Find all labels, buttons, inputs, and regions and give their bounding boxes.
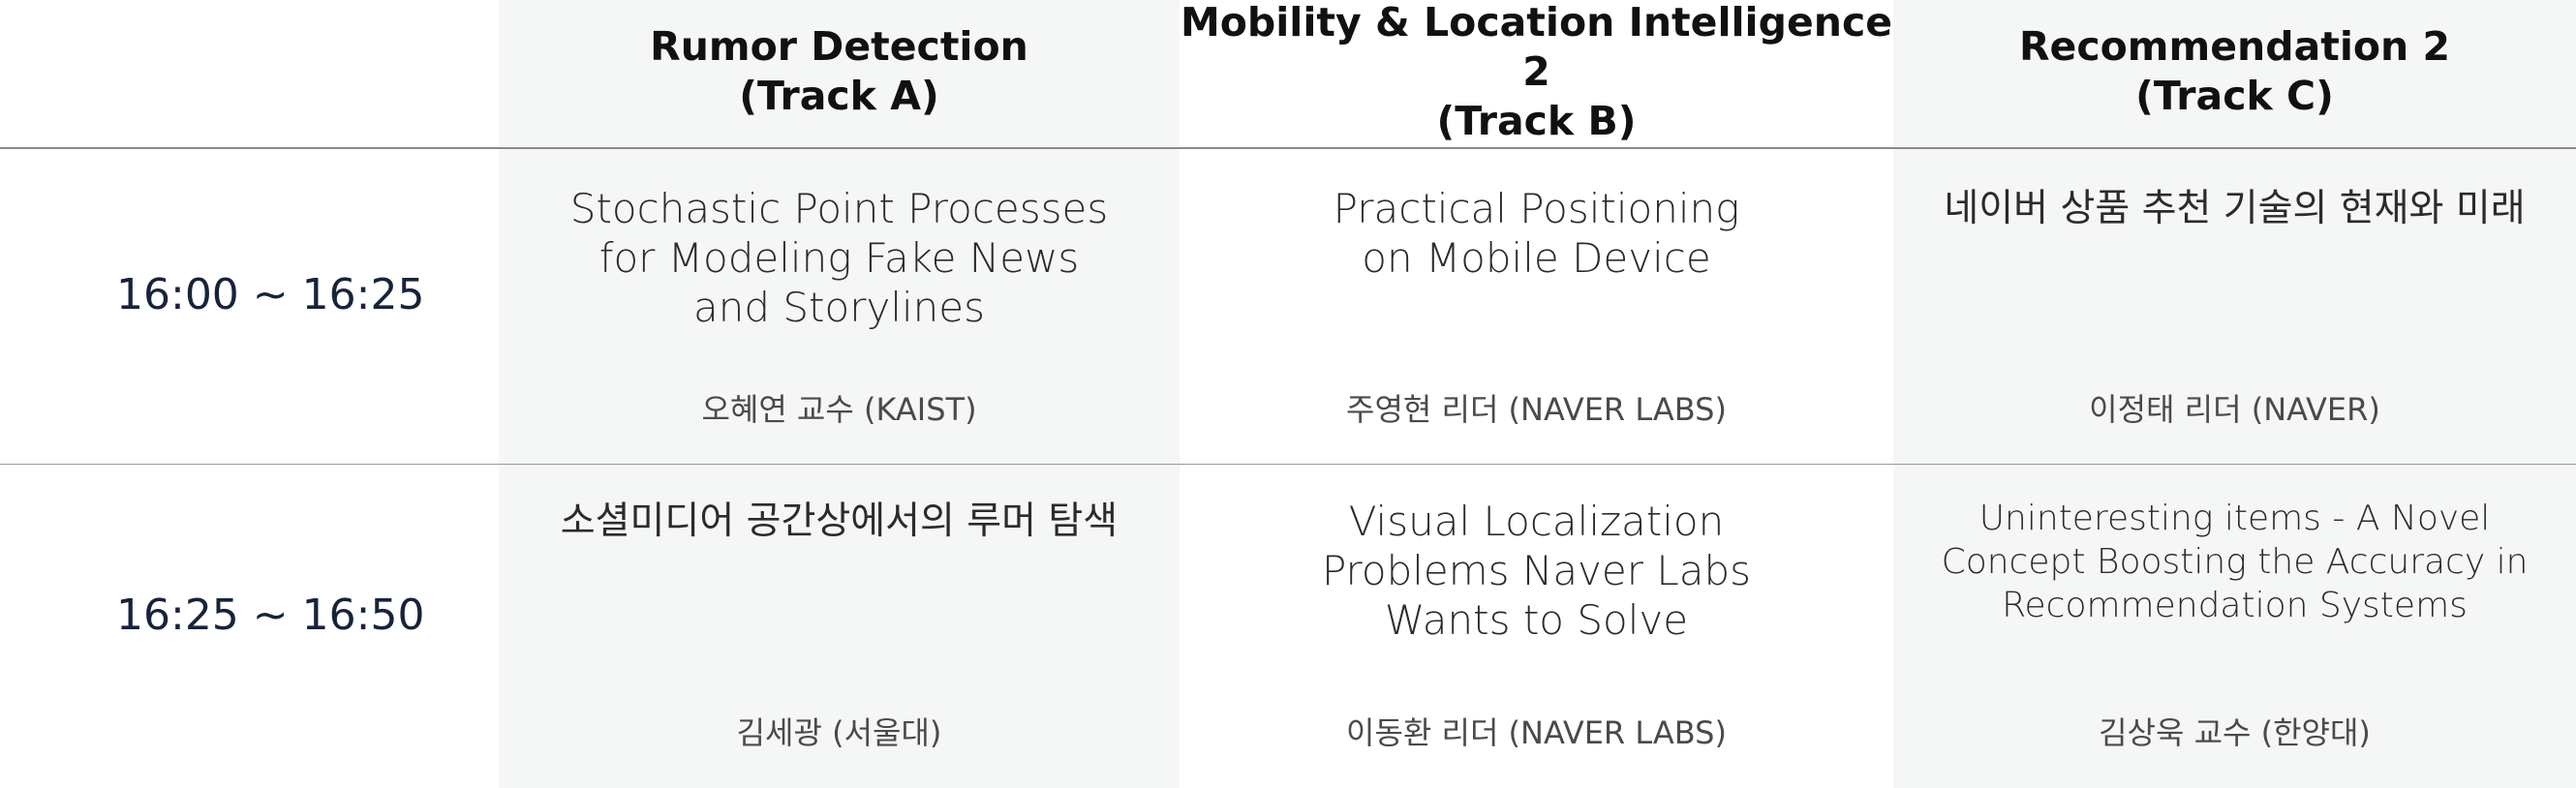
session-2-time: 16:25 ~ 16:50 <box>0 464 499 788</box>
track-c-label: (Track C) <box>2135 73 2334 119</box>
talk-title: 소셜미디어 공간상에서의 루머 탐색 <box>560 500 1119 543</box>
track-a-header: Rumor Detection (Track A) <box>499 0 1180 147</box>
session-1-time: 16:00 ~ 16:25 <box>0 147 499 464</box>
session-2-track-a-talk: 소셜미디어 공간상에서의 루머 탐색 김세광 (서울대) <box>499 464 1180 788</box>
talk-speaker: 오혜연 교수 (KAIST) <box>701 391 977 428</box>
talk-speaker: 주영현 리더 (NAVER LABS) <box>1346 391 1727 428</box>
session-2-track-c-talk: Uninteresting items - A Novel Concept Bo… <box>1893 464 2576 788</box>
track-a-label: (Track A) <box>739 73 939 119</box>
talk-title: Practical Positioning on Mobile Device <box>1333 185 1740 282</box>
session-1-track-c-talk: 네이버 상품 추천 기술의 현재와 미래 이정태 리더 (NAVER) <box>1893 147 2576 464</box>
talk-speaker: 이정태 리더 (NAVER) <box>2089 391 2380 428</box>
talk-speaker: 김상욱 교수 (한양대) <box>2099 714 2371 751</box>
session-2-time-text: 16:25 ~ 16:50 <box>116 590 425 640</box>
track-b-header: Mobility & Location Intelligence 2 (Trac… <box>1180 0 1893 147</box>
talk-speaker: 김세광 (서울대) <box>736 714 942 751</box>
schedule-table: Rumor Detection (Track A) Mobility & Loc… <box>0 0 2576 788</box>
track-c-header: Recommendation 2 (Track C) <box>1893 0 2576 147</box>
track-b-name: Mobility & Location Intelligence 2 <box>1180 0 1893 95</box>
corner-cell <box>0 0 499 147</box>
talk-title: 네이버 상품 추천 기술의 현재와 미래 <box>1944 187 2526 230</box>
talk-title: Stochastic Point Processes for Modeling … <box>569 185 1109 331</box>
session-1-track-a-talk: Stochastic Point Processes for Modeling … <box>499 147 1180 464</box>
session-2-track-b-talk: Visual Localization Problems Naver Labs … <box>1180 464 1893 788</box>
talk-speaker: 이동환 리더 (NAVER LABS) <box>1346 714 1727 751</box>
session-1-track-b-talk: Practical Positioning on Mobile Device 주… <box>1180 147 1893 464</box>
session-1-time-text: 16:00 ~ 16:25 <box>116 270 425 319</box>
track-c-name: Recommendation 2 <box>2018 23 2451 70</box>
track-b-label: (Track B) <box>1436 97 1637 144</box>
talk-title: Uninteresting items - A Novel Concept Bo… <box>1941 499 2529 625</box>
track-a-name: Rumor Detection <box>650 23 1028 70</box>
talk-title: Visual Localization Problems Naver Labs … <box>1321 498 1752 644</box>
